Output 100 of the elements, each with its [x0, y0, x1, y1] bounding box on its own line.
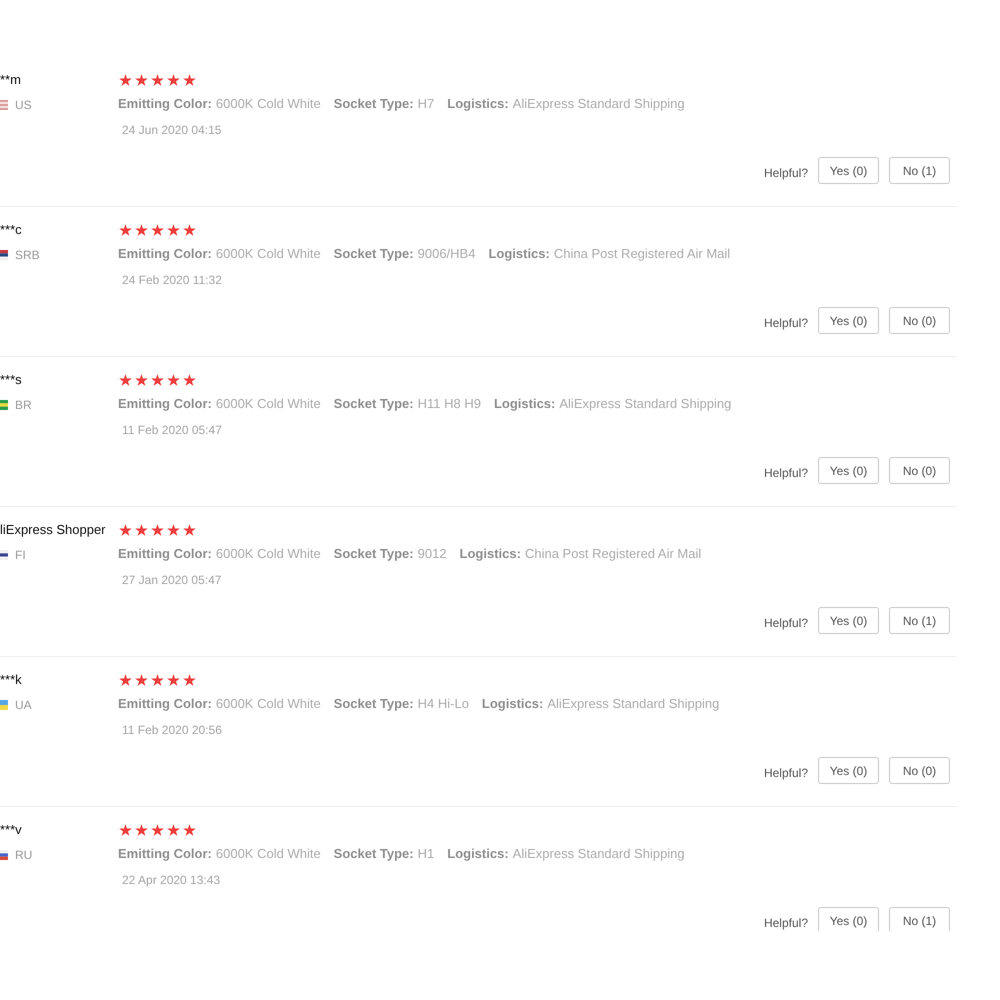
vote-button[interactable]: No (1) [889, 157, 950, 184]
star-icon [183, 674, 196, 686]
reviewer-name: ***k [0, 671, 22, 689]
review-date: 11 Feb 2020 20:56 [122, 722, 222, 739]
property-value: AliExpress Standard Shipping [559, 395, 732, 413]
star-icon [119, 224, 132, 236]
reviewer-name: ***v [0, 821, 22, 839]
star-icon [151, 74, 164, 86]
helpful-label: Helpful? [764, 766, 808, 780]
review-date: 22 Apr 2020 13:43 [122, 872, 220, 889]
star-icon [167, 524, 180, 536]
vote-button[interactable]: No (1) [889, 607, 950, 634]
star-icon [119, 824, 132, 836]
property-value: 6000K Cold White [216, 695, 321, 713]
star-icon [183, 74, 196, 86]
star-icon [151, 824, 164, 836]
property-label: Emitting Color: [118, 695, 212, 713]
star-icon [183, 374, 196, 386]
vote-button[interactable]: Yes (0) [818, 157, 879, 184]
helpful-label: Helpful? [764, 316, 808, 330]
reviewer-name: ***c [0, 221, 22, 239]
star-icon [151, 524, 164, 536]
property-value: H7 [418, 95, 434, 113]
property-label: Socket Type: [334, 95, 414, 113]
reviewer-name: **m [0, 71, 21, 89]
star-icon [167, 224, 180, 236]
star-icon [119, 374, 132, 386]
property-label: Logistics: [482, 695, 544, 713]
star-icon [183, 524, 196, 536]
property-value: 6000K Cold White [216, 845, 321, 863]
star-icon [183, 824, 196, 836]
property-label: Emitting Color: [118, 545, 212, 563]
review-date: 24 Jun 2020 04:15 [122, 122, 222, 139]
star-icon [151, 224, 164, 236]
flag-icon [0, 850, 8, 860]
vote-button[interactable]: Yes (0) [818, 607, 879, 634]
vote-button[interactable]: Yes (0) [818, 457, 879, 484]
property-label: Socket Type: [334, 245, 414, 263]
property-value: 6000K Cold White [216, 95, 321, 113]
property-value: 9012 [418, 545, 447, 563]
vote-button[interactable]: Yes (0) [818, 907, 879, 931]
property-label: Socket Type: [334, 545, 414, 563]
vote-button[interactable]: No (0) [889, 757, 950, 784]
star-icon [167, 824, 180, 836]
property-value: China Post Registered Air Mail [554, 245, 730, 263]
property-value: H4 Hi-Lo [418, 695, 469, 713]
property-value: AliExpress Standard Shipping [512, 95, 685, 113]
country-code: UA [15, 698, 32, 712]
star-icon [151, 674, 164, 686]
property-value: 6000K Cold White [216, 245, 321, 263]
star-icon [167, 74, 180, 86]
star-icon [119, 74, 132, 86]
star-icon [167, 374, 180, 386]
property-value: 6000K Cold White [216, 395, 321, 413]
star-icon [135, 674, 148, 686]
helpful-label: Helpful? [764, 166, 808, 180]
property-value: 6000K Cold White [216, 545, 321, 563]
star-icon [135, 824, 148, 836]
property-label: Emitting Color: [118, 245, 212, 263]
property-value: H1 [418, 845, 434, 863]
star-icon [135, 524, 148, 536]
property-value: AliExpress Standard Shipping [547, 695, 720, 713]
property-label: Emitting Color: [118, 845, 212, 863]
helpful-label: Helpful? [764, 616, 808, 630]
helpful-label: Helpful? [764, 466, 808, 480]
star-icon [167, 674, 180, 686]
reviewer-name: liExpress Shopper [0, 521, 106, 539]
star-icon [135, 224, 148, 236]
vote-button[interactable]: No (0) [889, 457, 950, 484]
review-date: 27 Jan 2020 05:47 [122, 572, 222, 589]
property-label: Logistics: [488, 245, 550, 263]
star-icon [119, 674, 132, 686]
property-label: Emitting Color: [118, 95, 212, 113]
property-label: Socket Type: [334, 395, 414, 413]
vote-button[interactable]: Yes (0) [818, 757, 879, 784]
property-label: Socket Type: [334, 845, 414, 863]
flag-icon [0, 700, 8, 710]
flag-icon [0, 100, 8, 110]
star-icon [135, 374, 148, 386]
star-icon [183, 224, 196, 236]
country-code: SRB [15, 248, 40, 262]
property-label: Socket Type: [334, 695, 414, 713]
vote-button[interactable]: No (0) [889, 307, 950, 334]
property-label: Logistics: [494, 395, 556, 413]
country-code: RU [15, 848, 32, 862]
property-value: China Post Registered Air Mail [524, 545, 702, 563]
country-code: BR [15, 398, 32, 412]
flag-icon [0, 550, 8, 560]
vote-button[interactable]: Yes (0) [818, 307, 879, 334]
country-code: FI [15, 548, 26, 562]
reviewer-name: ***s [0, 371, 22, 389]
star-icon [119, 524, 132, 536]
helpful-label: Helpful? [764, 916, 808, 930]
star-icon [151, 374, 164, 386]
flag-icon [0, 250, 8, 260]
property-label: Logistics: [447, 95, 509, 113]
property-label: Emitting Color: [118, 395, 212, 413]
star-icon [135, 74, 148, 86]
review-date: 24 Feb 2020 11:32 [122, 272, 222, 289]
vote-button[interactable]: No (1) [889, 907, 950, 931]
